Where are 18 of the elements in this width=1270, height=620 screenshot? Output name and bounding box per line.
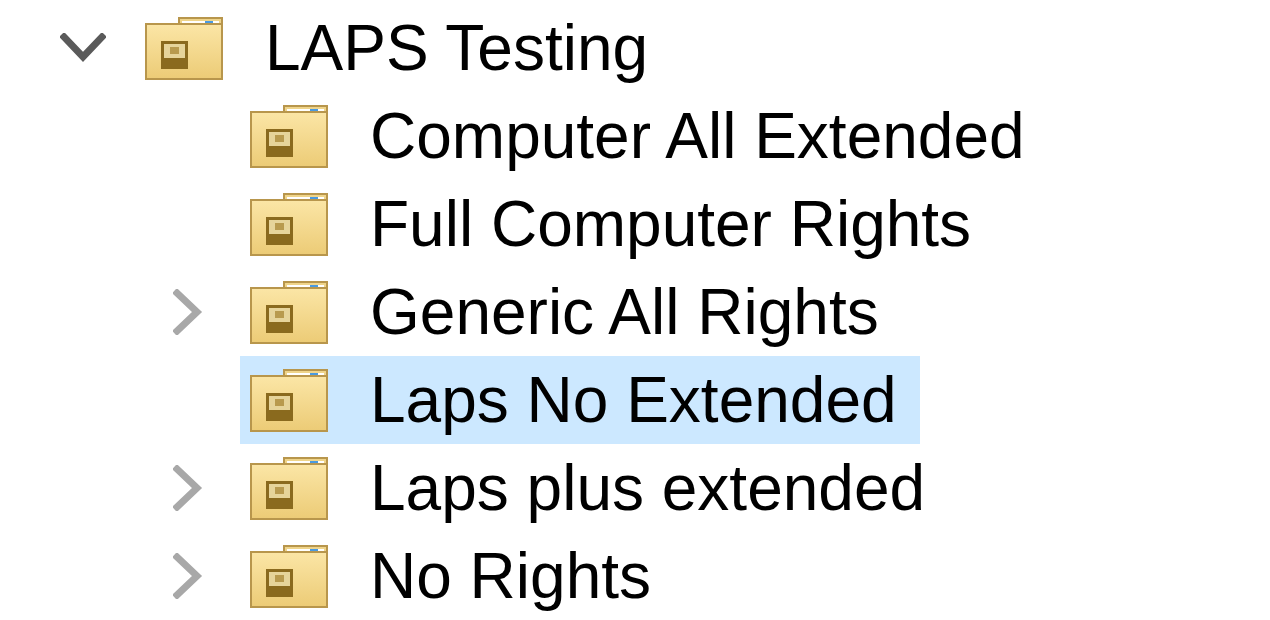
tree-item[interactable]: Laps plus extended — [240, 444, 949, 532]
folder-icon — [250, 192, 328, 256]
expand-chevron-icon[interactable] — [173, 553, 203, 599]
tree-item[interactable]: Generic All Rights — [240, 268, 902, 356]
folder-icon — [250, 280, 328, 344]
folder-icon — [250, 544, 328, 608]
collapse-chevron-icon[interactable] — [60, 33, 106, 63]
tree-item[interactable]: No Rights — [240, 532, 674, 620]
folder-icon — [250, 104, 328, 168]
tree-item[interactable]: Full Computer Rights — [240, 180, 995, 268]
expand-chevron-icon[interactable] — [173, 465, 203, 511]
folder-icon — [250, 368, 328, 432]
tree-item[interactable]: Laps No Extended — [240, 356, 920, 444]
tree-item[interactable]: Computer All Extended — [240, 92, 1048, 180]
tree-item[interactable]: LAPS Testing — [135, 4, 672, 92]
folder-icon — [250, 456, 328, 520]
folder-icon — [145, 16, 223, 80]
expand-chevron-icon[interactable] — [173, 289, 203, 335]
